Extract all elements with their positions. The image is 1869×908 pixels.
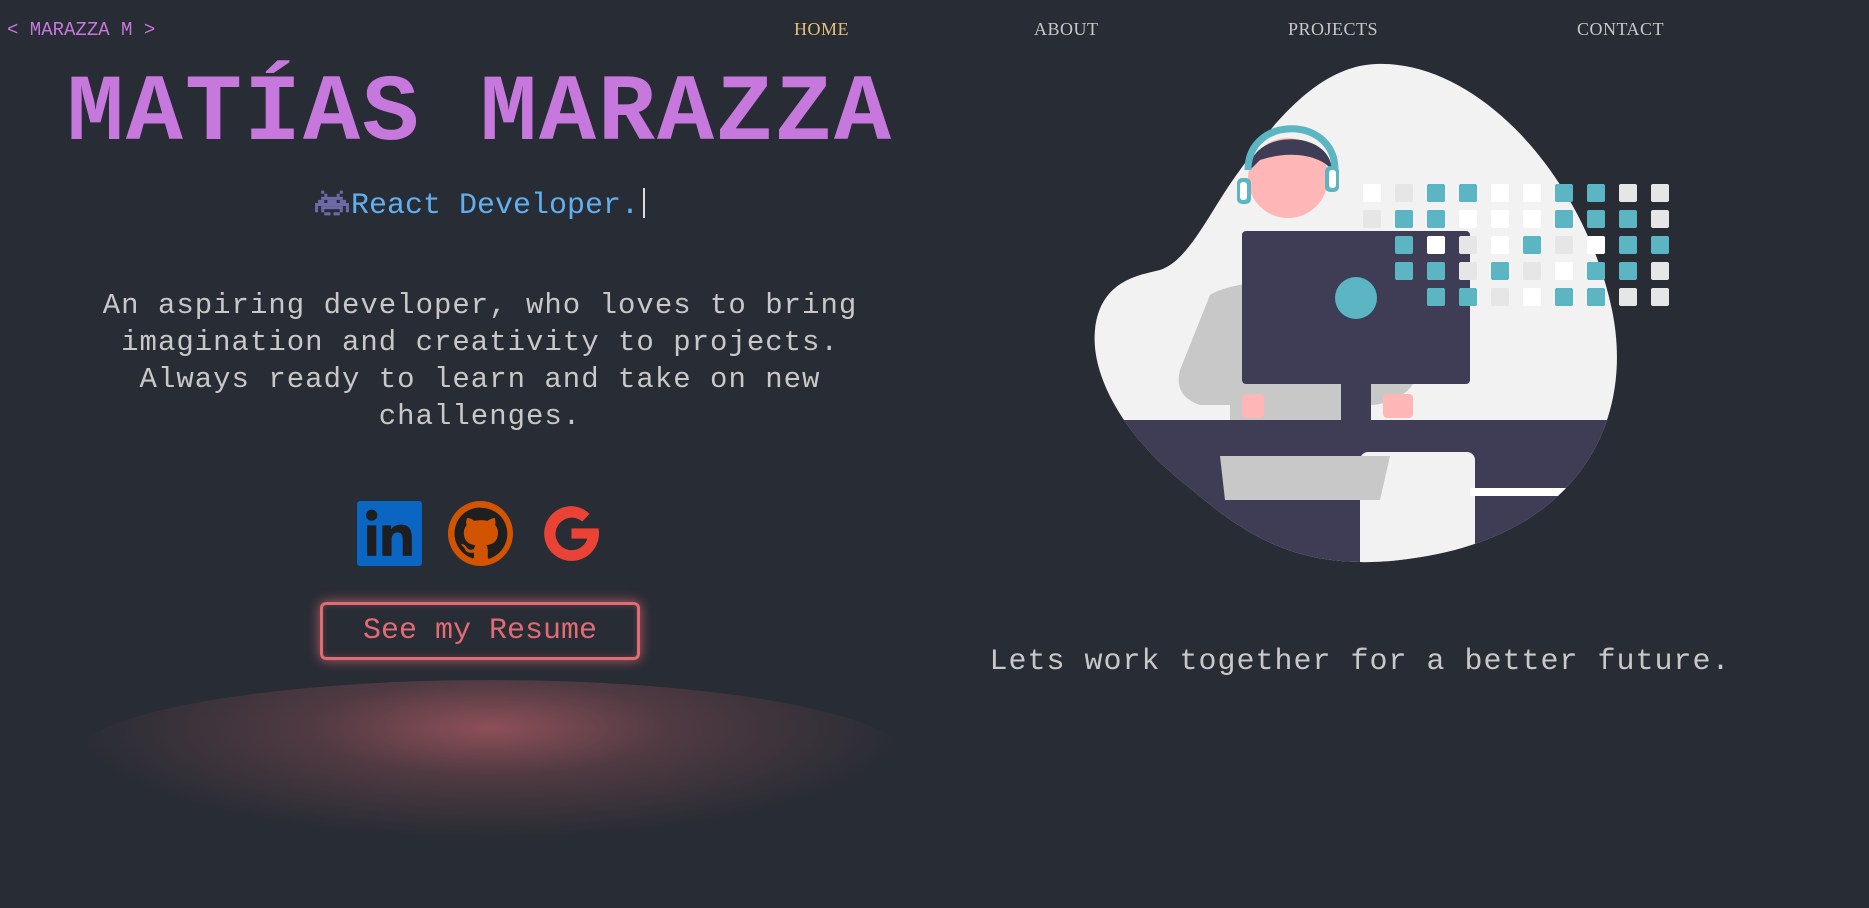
nav-home[interactable]: HOME bbox=[794, 19, 849, 40]
role-line: React Developer. bbox=[0, 186, 960, 226]
google-icon bbox=[544, 506, 599, 561]
google-link[interactable] bbox=[539, 501, 604, 566]
resume-button[interactable]: See my Resume bbox=[320, 602, 640, 660]
page-title: MATÍAS MARAZZA bbox=[66, 60, 894, 168]
resume-glow bbox=[70, 680, 910, 840]
role-text: React Developer. bbox=[350, 189, 640, 223]
linkedin-link[interactable] bbox=[357, 501, 422, 566]
github-icon bbox=[448, 501, 513, 566]
nav-about[interactable]: ABOUT bbox=[1034, 19, 1099, 40]
typing-cursor bbox=[643, 188, 646, 218]
github-link[interactable] bbox=[448, 501, 513, 566]
linkedin-icon bbox=[357, 501, 422, 566]
logo-link[interactable]: < MARAZZA M > bbox=[7, 19, 155, 41]
tagline: Lets work together for a better future. bbox=[989, 645, 1731, 679]
space-invader-icon bbox=[314, 190, 349, 216]
developer-illustration bbox=[1094, 63, 1669, 563]
nav-projects[interactable]: PROJECTS bbox=[1288, 19, 1378, 40]
bio-text: An aspiring developer, who loves to brin… bbox=[102, 289, 858, 433]
nav-contact[interactable]: CONTACT bbox=[1577, 19, 1664, 40]
